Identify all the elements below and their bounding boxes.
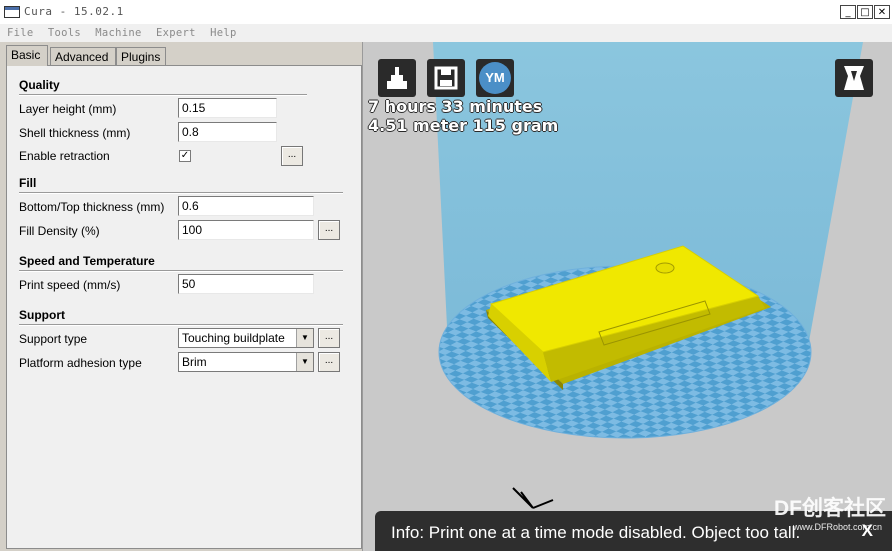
section-support-header: Support	[19, 308, 65, 322]
view-mode-icon	[844, 66, 864, 90]
layer-height-label: Layer height (mm)	[19, 102, 117, 116]
model-nub	[655, 262, 675, 274]
adhesion-type-select[interactable]: Brim ▼	[178, 352, 314, 372]
view-mode-button[interactable]	[835, 59, 873, 97]
tab-advanced[interactable]: Advanced	[50, 47, 116, 65]
youmagine-button[interactable]: YM	[476, 59, 514, 97]
section-divider	[19, 94, 307, 96]
section-quality-header: Quality	[19, 78, 60, 92]
section-fill-header: Fill	[19, 176, 37, 190]
support-settings-button[interactable]: ...	[318, 328, 340, 348]
youmagine-icon: YM	[479, 62, 511, 94]
menu-bar: File Tools Machine Expert Help	[0, 24, 892, 42]
title-bar: Cura - 15.02.1 _ □ ✕	[0, 0, 892, 25]
basic-settings-panel: Quality Layer height (mm) 0.15 Shell thi…	[6, 65, 362, 549]
tab-plugins[interactable]: Plugins	[116, 47, 166, 65]
material-usage-text: 4.51 meter 115 gram	[368, 116, 559, 135]
shell-thickness-input[interactable]: 0.8	[178, 122, 277, 142]
fill-density-label: Fill Density (%)	[19, 224, 100, 238]
watermark-url: www.DFRobot.com.cn	[792, 522, 882, 532]
fill-density-input[interactable]: 100	[178, 220, 314, 240]
print-time-text: 7 hours 33 minutes	[368, 97, 543, 116]
menu-file[interactable]: File	[3, 24, 38, 42]
maximize-button[interactable]: □	[857, 5, 873, 19]
window-controls: _ □ ✕	[839, 5, 890, 19]
menu-machine[interactable]: Machine	[91, 24, 145, 42]
load-model-icon	[387, 67, 407, 89]
bottom-top-thickness-label: Bottom/Top thickness (mm)	[19, 200, 165, 214]
support-type-value: Touching buildplate	[182, 331, 285, 345]
menu-tools[interactable]: Tools	[44, 24, 85, 42]
3d-viewport[interactable]: YM 7 hours 33 minutes 4.51 meter 115 gra…	[362, 42, 892, 551]
app-window-icon	[4, 6, 20, 18]
menu-expert[interactable]: Expert	[152, 24, 200, 42]
minimize-button[interactable]: _	[840, 5, 856, 19]
support-type-select[interactable]: Touching buildplate ▼	[178, 328, 314, 348]
retraction-settings-button[interactable]: ...	[281, 146, 303, 166]
load-model-button[interactable]	[378, 59, 416, 97]
save-disk-icon	[434, 66, 458, 90]
bottom-top-thickness-input[interactable]: 0.6	[178, 196, 314, 216]
save-toolpath-button[interactable]	[427, 59, 465, 97]
watermark-logo: DF创客社区	[774, 497, 886, 520]
window-title: Cura - 15.02.1	[24, 5, 124, 18]
section-divider	[19, 324, 343, 326]
chevron-down-icon: ▼	[296, 353, 313, 371]
close-button[interactable]: ✕	[874, 5, 890, 19]
info-message: Info: Print one at a time mode disabled.…	[391, 523, 801, 542]
section-divider	[19, 192, 343, 194]
chevron-down-icon: ▼	[296, 329, 313, 347]
shell-thickness-label: Shell thickness (mm)	[19, 126, 131, 140]
tab-basic[interactable]: Basic	[6, 45, 48, 66]
adhesion-type-value: Brim	[182, 355, 207, 369]
retraction-label: Enable retraction	[19, 149, 110, 163]
settings-pane: Basic Advanced Plugins Quality Layer hei…	[0, 42, 362, 551]
support-type-label: Support type	[19, 332, 88, 346]
retraction-checkbox[interactable]: ✓	[179, 150, 191, 162]
fill-density-settings-button[interactable]: ...	[318, 220, 340, 240]
adhesion-type-label: Platform adhesion type	[19, 356, 142, 370]
menu-help[interactable]: Help	[206, 24, 241, 42]
section-divider	[19, 270, 343, 272]
print-speed-label: Print speed (mm/s)	[19, 278, 121, 292]
adhesion-settings-button[interactable]: ...	[318, 352, 340, 372]
section-speed-header: Speed and Temperature	[19, 254, 155, 268]
axis-gizmo	[512, 487, 554, 509]
layer-height-input[interactable]: 0.15	[178, 98, 277, 118]
print-speed-input[interactable]: 50	[178, 274, 314, 294]
